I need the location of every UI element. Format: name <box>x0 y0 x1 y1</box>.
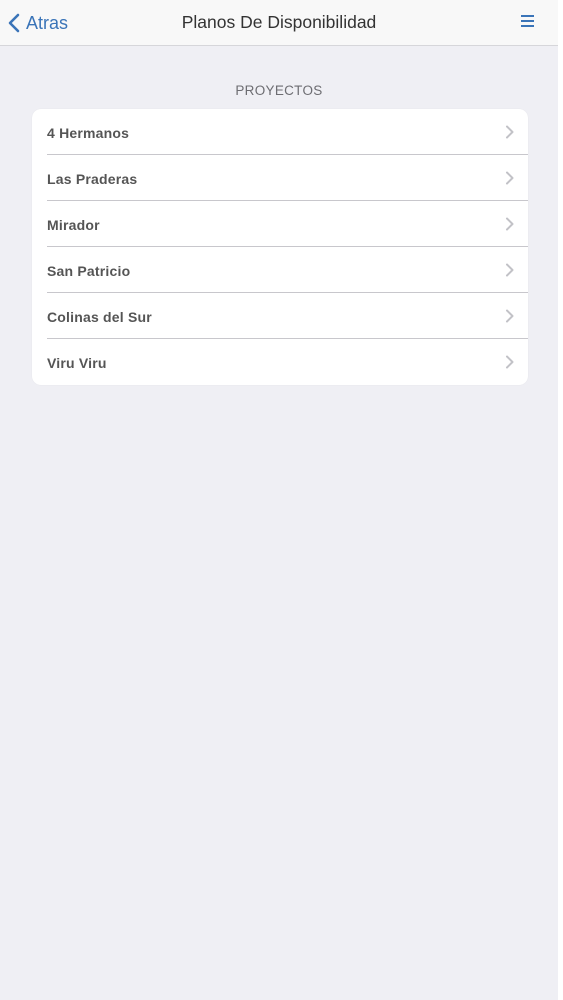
list-item-label: Colinas del Sur <box>47 309 152 325</box>
chevron-right-icon <box>505 309 514 323</box>
chevron-right-icon <box>505 263 514 277</box>
list-item-label: Las Praderas <box>47 171 138 187</box>
page-title: Planos De Disponibilidad <box>181 12 377 32</box>
section-header: PROYECTOS <box>235 83 323 98</box>
list-item-colinas-del-sur[interactable]: Colinas del Sur <box>32 293 528 339</box>
list-item-label: Mirador <box>47 217 100 233</box>
list-item-viru-viru[interactable]: Viru Viru <box>32 339 528 385</box>
hamburger-menu-icon[interactable] <box>521 15 534 28</box>
list-item-4-hermanos[interactable]: 4 Hermanos <box>32 109 528 155</box>
right-edge-strip <box>558 0 563 1000</box>
projects-list: 4 Hermanos Las Praderas Mirador San Patr… <box>32 109 528 385</box>
list-item-san-patricio[interactable]: San Patricio <box>32 247 528 293</box>
list-item-las-praderas[interactable]: Las Praderas <box>32 155 528 201</box>
list-item-mirador[interactable]: Mirador <box>32 201 528 247</box>
chevron-right-icon <box>505 125 514 139</box>
chevron-right-icon <box>505 171 514 185</box>
list-item-label: San Patricio <box>47 263 131 279</box>
list-item-label: Viru Viru <box>47 355 107 371</box>
list-item-label: 4 Hermanos <box>47 125 130 141</box>
chevron-right-icon <box>505 217 514 231</box>
navigation-bar: Atras Planos De Disponibilidad <box>0 0 558 46</box>
chevron-right-icon <box>505 355 514 369</box>
